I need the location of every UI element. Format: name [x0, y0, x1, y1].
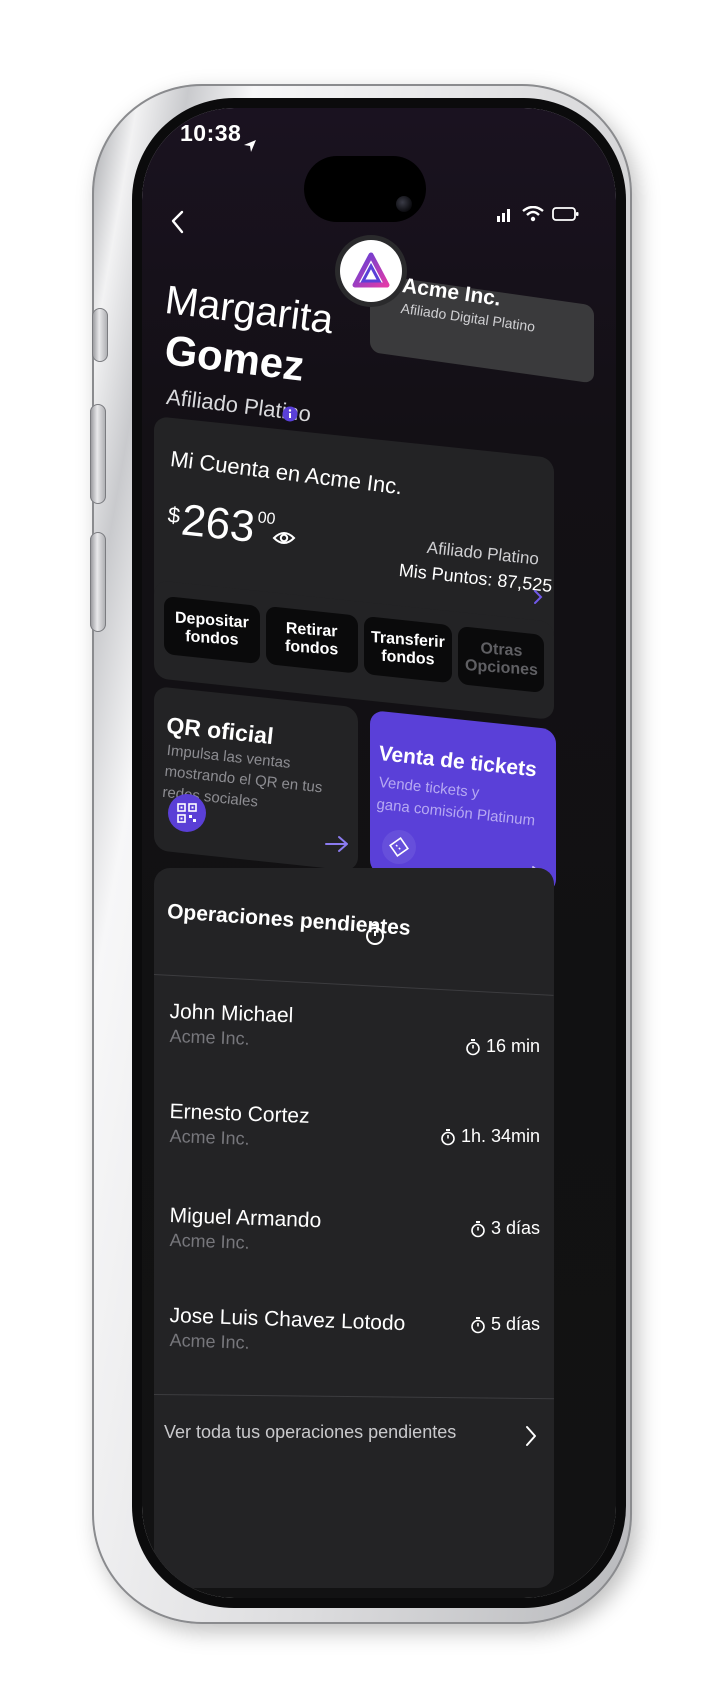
operation-time-label: 3 días: [490, 1218, 540, 1238]
withdraw-funds-button[interactable]: Retirar fondos: [266, 606, 358, 674]
arrow-right-icon[interactable]: [324, 834, 350, 854]
eye-icon[interactable]: [272, 528, 296, 548]
balance-cents: 00: [256, 509, 277, 529]
deposit-funds-button[interactable]: Depositar fondos: [164, 596, 260, 665]
operation-name: John Michael: [169, 1000, 294, 1028]
back-button[interactable]: [164, 206, 192, 238]
stopwatch-icon: [366, 924, 384, 945]
stopwatch-icon: [441, 1128, 455, 1145]
operation-time-label: 1h. 34min: [460, 1126, 540, 1146]
app-screen: 10:38 Acme Inc. Afiliado Digital Platino…: [142, 108, 616, 1598]
chevron-right-icon: [526, 1426, 536, 1446]
operation-time: 5 días: [470, 1314, 540, 1335]
location-arrow-icon: [244, 140, 256, 152]
operation-org: Acme Inc.: [169, 1026, 250, 1049]
stopwatch-icon: [471, 1220, 485, 1237]
camera-lens: [396, 196, 412, 212]
status-icons: [496, 206, 580, 222]
other-options-button[interactable]: Otras Opciones: [458, 626, 544, 694]
balance-amount: 263: [179, 495, 258, 552]
operation-org: Acme Inc.: [169, 1126, 250, 1149]
info-icon[interactable]: [282, 406, 298, 422]
organization-logo: [340, 240, 402, 302]
chevron-right-icon[interactable]: [532, 588, 544, 606]
operation-time-label: 16 min: [485, 1036, 540, 1056]
see-all-pending-link[interactable]: Ver toda tus operaciones pendientes: [164, 1418, 564, 1454]
operation-org: Acme Inc.: [169, 1330, 250, 1353]
operation-time: 3 días: [470, 1218, 540, 1239]
stopwatch-icon: [466, 1038, 480, 1055]
operation-name: Ernesto Cortez: [169, 1100, 310, 1128]
mute-switch: [92, 308, 108, 362]
dynamic-island: [304, 156, 426, 222]
see-all-label: Ver toda tus operaciones pendientes: [164, 1422, 457, 1442]
signal-icon: [497, 209, 510, 222]
operation-time: 1h. 34min: [440, 1126, 540, 1147]
stopwatch-icon: [471, 1316, 485, 1333]
operation-org: Acme Inc.: [169, 1230, 250, 1253]
volume-up-button: [90, 404, 106, 504]
operation-time: 16 min: [465, 1036, 540, 1057]
status-time: 10:38: [180, 120, 242, 146]
ticket-glyph-icon: [389, 837, 409, 857]
other-options-line2: Opciones: [464, 656, 538, 680]
wifi-icon: [522, 206, 544, 222]
ticket-icon: [382, 830, 416, 864]
transfer-funds-line2: fondos: [381, 647, 435, 669]
balance-currency: $: [166, 501, 182, 529]
qr-glyph-icon: [177, 803, 197, 823]
operation-time-label: 5 días: [490, 1314, 540, 1334]
volume-down-button: [90, 532, 106, 632]
battery-icon: [552, 207, 579, 221]
withdraw-funds-line2: fondos: [285, 637, 339, 659]
deposit-funds-line2: fondos: [185, 628, 239, 649]
qr-code-icon: [168, 794, 206, 832]
acme-logo-icon: [352, 252, 390, 288]
transfer-funds-button[interactable]: Transferir fondos: [364, 616, 452, 684]
